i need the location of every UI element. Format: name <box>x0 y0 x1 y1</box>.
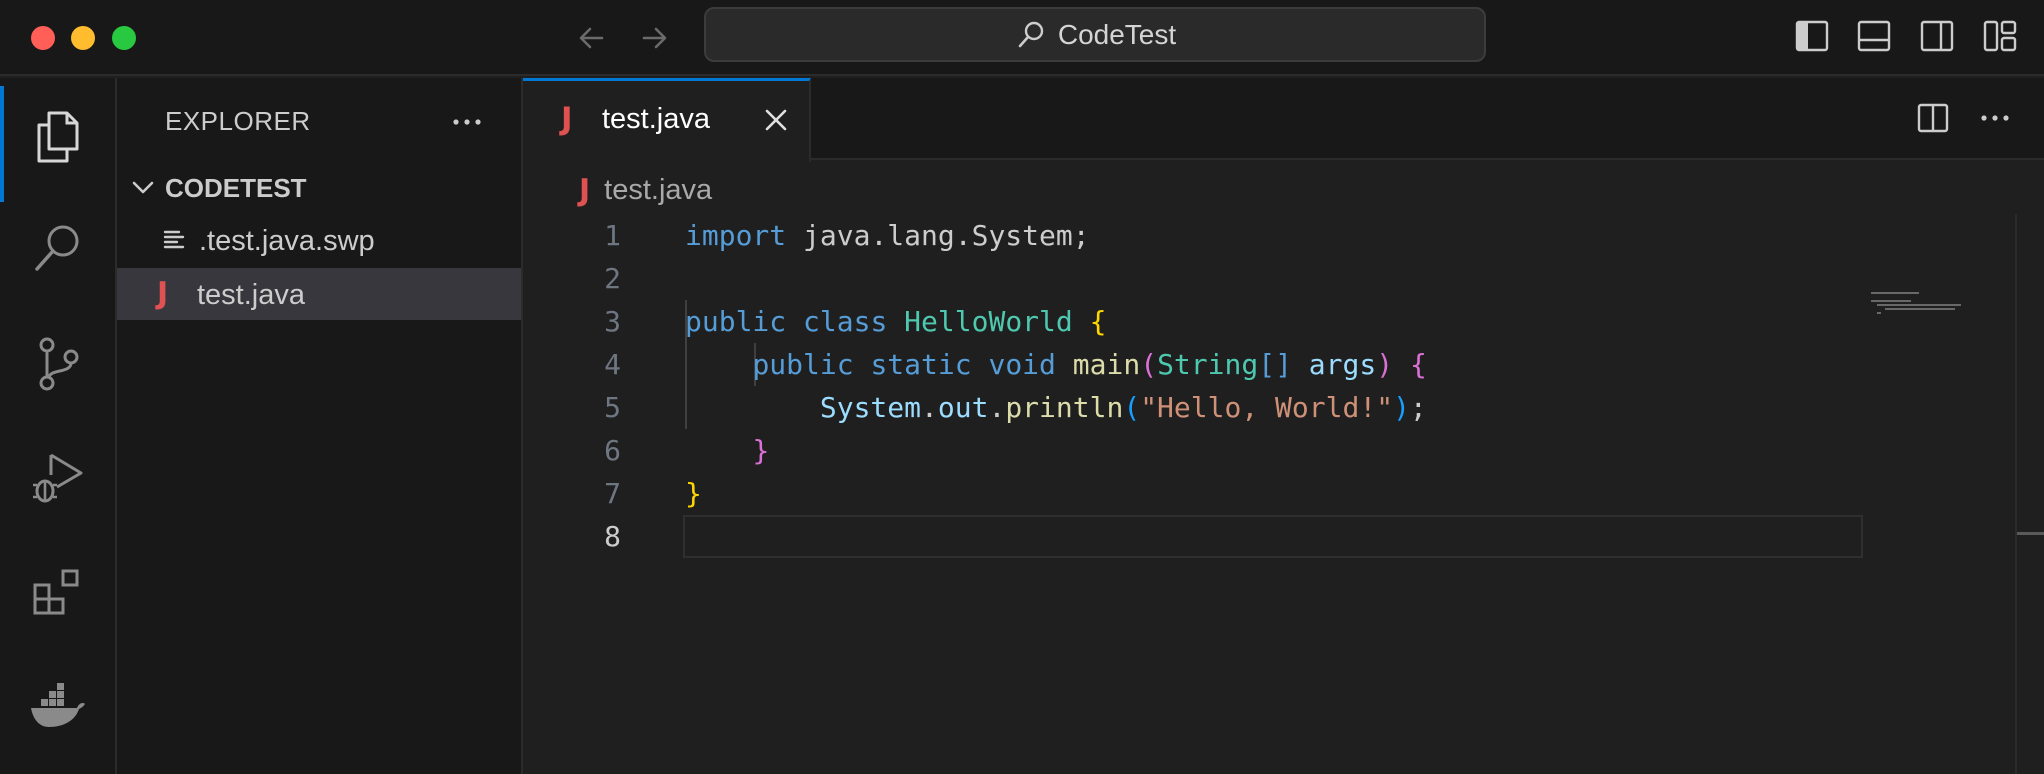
explorer-sidebar: EXPLORER CODETEST .test.java.swp J test.… <box>117 78 523 774</box>
line-number: 5 <box>604 391 621 424</box>
file-name: test.java <box>197 279 305 311</box>
minimize-window-button[interactable] <box>71 26 95 50</box>
back-arrow-icon[interactable] <box>572 18 612 58</box>
toggle-secondary-sidebar-icon[interactable] <box>1917 16 1957 56</box>
customize-layout-icon[interactable] <box>1980 16 2020 56</box>
line-content: System.out.println("Hello, World!"); <box>819 391 1427 424</box>
line-number: 1 <box>604 219 621 252</box>
code-line: 2 <box>523 257 1863 300</box>
command-center-search[interactable]: CodeTest <box>704 7 1486 62</box>
minimap[interactable] <box>1863 214 1963 314</box>
file-item-swp[interactable]: .test.java.swp <box>117 214 521 266</box>
toggle-panel-icon[interactable] <box>1854 16 1894 56</box>
docker-icon[interactable] <box>0 654 115 754</box>
breadcrumb-file[interactable]: test.java <box>604 174 712 207</box>
line-number: 3 <box>604 305 621 338</box>
close-window-button[interactable] <box>31 26 55 50</box>
code-line: 8 <box>523 515 1863 558</box>
activity-bar <box>0 78 117 774</box>
tab-label: test.java <box>602 103 710 135</box>
source-control-icon[interactable] <box>0 314 115 414</box>
line-number: 2 <box>604 262 621 295</box>
maximize-window-button[interactable] <box>112 26 136 50</box>
line-number: 4 <box>604 348 621 381</box>
code-line: 6 } <box>523 429 1863 472</box>
line-number: 7 <box>604 477 621 510</box>
line-number: 6 <box>604 434 621 467</box>
search-icon <box>1014 18 1048 52</box>
file-name: .test.java.swp <box>199 225 375 257</box>
file-item-test-java[interactable]: J test.java <box>117 268 521 320</box>
code-line: 4 public static void main(String[] args)… <box>523 343 1863 386</box>
editor-group: J test.java J test.java 1 import java.la… <box>523 78 2044 774</box>
folder-name: CODETEST <box>165 173 307 203</box>
run-debug-icon[interactable] <box>0 428 115 528</box>
line-content: public static void main(String[] args) { <box>752 348 1427 381</box>
java-file-icon: J <box>157 276 169 311</box>
line-content: } <box>685 477 702 510</box>
code-line: 5 System.out.println("Hello, World!"); <box>523 386 1863 429</box>
forward-arrow-icon[interactable] <box>634 18 674 58</box>
scrollbar-marker <box>2017 532 2044 535</box>
split-editor-icon[interactable] <box>1913 98 1953 138</box>
toggle-primary-sidebar-icon[interactable] <box>1792 16 1832 56</box>
search-icon[interactable] <box>0 198 115 298</box>
command-center-label: CodeTest <box>1057 18 1177 50</box>
breadcrumb[interactable]: J test.java <box>579 170 712 210</box>
more-actions-icon[interactable] <box>445 100 489 144</box>
java-file-icon: J <box>579 172 591 208</box>
tab-bar: J test.java <box>523 78 2044 162</box>
code-line: 3 public class HelloWorld { <box>523 300 1863 343</box>
explorer-icon[interactable] <box>0 86 115 202</box>
vertical-scrollbar[interactable] <box>2015 214 2044 774</box>
title-bar: CodeTest <box>0 0 2044 76</box>
code-line: 1 import java.lang.System; <box>523 214 1863 257</box>
java-file-icon: J <box>561 101 573 137</box>
line-content: import java.lang.System; <box>685 219 1090 252</box>
line-number: 8 <box>604 520 621 553</box>
tab-test-java[interactable]: J test.java <box>523 78 811 162</box>
extensions-icon[interactable] <box>0 542 115 642</box>
line-content: } <box>752 434 770 467</box>
lines-file-icon <box>161 226 189 254</box>
folder-codetest[interactable]: CODETEST <box>117 166 521 210</box>
more-actions-icon[interactable] <box>1975 98 2015 138</box>
line-content: public class HelloWorld { <box>685 305 1107 338</box>
close-icon[interactable] <box>761 105 791 135</box>
sidebar-title: EXPLORER <box>165 106 311 136</box>
chevron-down-icon <box>129 174 157 202</box>
code-line: 7 } <box>523 472 1863 515</box>
